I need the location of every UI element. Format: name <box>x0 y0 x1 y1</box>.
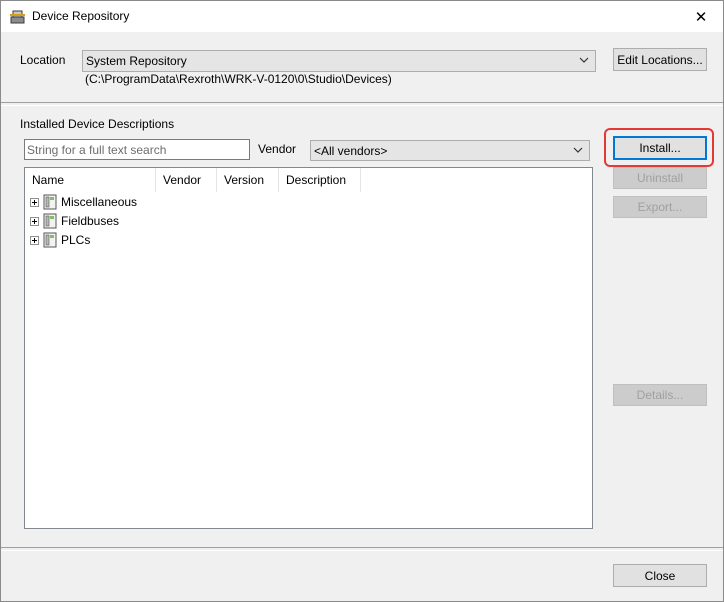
close-icon[interactable]: ✕ <box>679 1 723 32</box>
tree-item-fieldbuses[interactable]: Fieldbuses <box>30 212 119 230</box>
vendor-label: Vendor <box>258 142 297 156</box>
details-button[interactable]: Details... <box>613 384 707 406</box>
vendor-dropdown[interactable]: <All vendors> <box>310 140 590 161</box>
location-dropdown[interactable]: System Repository <box>82 50 596 72</box>
device-tree-list[interactable]: Name Vendor Version Description Miscella… <box>24 167 593 529</box>
tree-item-label: Fieldbuses <box>61 214 120 228</box>
chevron-down-icon <box>579 57 589 63</box>
column-header-name[interactable]: Name <box>25 168 156 192</box>
window-title: Device Repository <box>32 9 130 23</box>
separator <box>1 547 723 551</box>
column-header-vendor[interactable]: Vendor <box>156 168 217 192</box>
tree-item-miscellaneous[interactable]: Miscellaneous <box>30 193 137 211</box>
uninstall-button[interactable]: Uninstall <box>613 167 707 189</box>
chevron-down-icon <box>573 147 583 153</box>
export-button[interactable]: Export... <box>613 196 707 218</box>
edit-locations-button[interactable]: Edit Locations... <box>613 48 707 71</box>
install-button[interactable]: Install... <box>613 136 707 160</box>
tree-item-label: Miscellaneous <box>61 195 138 209</box>
search-input[interactable] <box>25 140 249 159</box>
expand-icon[interactable] <box>30 216 39 226</box>
device-folder-icon <box>43 213 57 229</box>
device-folder-icon <box>43 194 57 210</box>
title-bar: Device Repository ✕ <box>1 1 723 32</box>
location-selected: System Repository <box>86 54 187 68</box>
device-repository-window: Device Repository ✕ Location System Repo… <box>0 0 724 602</box>
tree-item-plcs[interactable]: PLCs <box>30 231 90 249</box>
device-repository-icon <box>10 10 25 24</box>
column-header-version[interactable]: Version <box>217 168 279 192</box>
installed-heading: Installed Device Descriptions <box>20 117 175 131</box>
location-panel: Location System Repository (C:\ProgramDa… <box>1 32 723 102</box>
device-folder-icon <box>43 232 57 248</box>
search-field[interactable] <box>24 139 250 160</box>
separator <box>1 102 723 106</box>
location-label: Location <box>20 53 66 67</box>
column-header-description[interactable]: Description <box>279 168 361 192</box>
vendor-selected: <All vendors> <box>314 144 388 158</box>
expand-icon[interactable] <box>30 197 39 207</box>
tree-item-label: PLCs <box>61 233 91 247</box>
expand-icon[interactable] <box>30 235 39 245</box>
location-path: (C:\ProgramData\Rexroth\WRK-V-0120\0\Stu… <box>85 72 392 86</box>
close-button[interactable]: Close <box>613 564 707 587</box>
